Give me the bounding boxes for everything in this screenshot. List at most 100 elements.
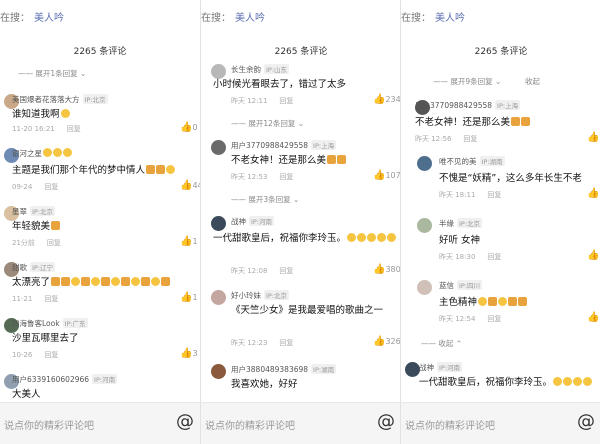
comment-username[interactable]: 银河之星 [12, 148, 72, 159]
thumb-up-icon: 👍 [180, 292, 193, 303]
avatar[interactable] [211, 290, 226, 305]
comment-username[interactable]: 用户3770988429558 IP:上海 [415, 100, 521, 111]
comment-meta: 昨天 18:11 回复 [439, 191, 502, 199]
expand-replies[interactable]: —— 展开1条回复 ⌄ [18, 68, 86, 79]
medal-icon [337, 155, 347, 164]
comment-input[interactable]: 说点你的精彩评论吧 [205, 417, 295, 432]
comment-input-bar[interactable]: 说点你的精彩评论吧 @ [0, 402, 200, 444]
like-button[interactable]: 👍 [587, 132, 599, 143]
comment-username[interactable]: 甜歌 IP:辽宁 [12, 262, 56, 273]
like-button[interactable]: 👍326 [373, 336, 400, 347]
comment-meta: 昨天 12:11 回复 [231, 97, 294, 105]
thumb-up-icon: 👍 [180, 122, 193, 133]
comment-username[interactable]: 四海鲁客Look IP:广东 [12, 318, 88, 329]
search-bar[interactable]: 在搜： 美人吟 [201, 9, 265, 24]
comment-count: 2265 条评论 [474, 47, 528, 57]
comment-input[interactable]: 说点你的精彩评论吧 [4, 417, 94, 432]
avatar[interactable] [211, 364, 226, 379]
reply-link[interactable]: 回复 [279, 339, 293, 347]
avatar[interactable] [405, 362, 420, 377]
search-query[interactable]: 美人吟 [435, 13, 465, 24]
comment-input-bar[interactable]: 说点你的精彩评论吧 @ [401, 402, 600, 444]
collapse-replies[interactable]: —— 收起 ⌃ [421, 338, 462, 349]
search-label: 在搜： [401, 13, 431, 24]
comment-username[interactable]: 战神 IP:河南 [231, 216, 275, 227]
like-button[interactable]: 👍 [587, 188, 599, 199]
avatar[interactable] [417, 280, 432, 295]
comment-text: 主色精神 [439, 296, 528, 309]
collapse-replies[interactable]: 收起 [525, 76, 540, 87]
thumbs-up-emoji-icon [156, 165, 166, 174]
comment-username[interactable]: 好小玲妹 IP:北京 [231, 290, 290, 301]
like-button[interactable]: 👍1 [180, 236, 198, 247]
avatar[interactable] [417, 156, 432, 171]
at-mention-icon[interactable]: @ [176, 411, 194, 432]
at-mention-icon[interactable]: @ [577, 411, 595, 432]
search-label: 在搜： [0, 13, 30, 24]
comment-username[interactable]: 美国爆者花落落大方 IP:北京 [12, 94, 108, 105]
comment-username[interactable]: 星翠 IP:北京 [12, 206, 56, 217]
comment-username[interactable]: 唯不见的美 IP:湖南 [439, 156, 505, 167]
comment-username[interactable]: 蓝信 IP:四川 [439, 280, 483, 291]
reply-link[interactable]: 回复 [44, 183, 58, 191]
comment-meta: 11-20 16:21 回复 [12, 125, 81, 133]
like-button[interactable]: 👍0 [180, 122, 198, 133]
comment-username[interactable]: 半缘 IP:北京 [439, 218, 483, 229]
reply-link[interactable]: 回复 [487, 253, 501, 261]
at-mention-icon[interactable]: @ [377, 411, 395, 432]
comment-username[interactable]: 用户3770988429558 IP:上海 [231, 140, 337, 151]
comment-text: 不老女神！还是那么美 [415, 116, 531, 129]
thumb-up-icon: 👍 [373, 94, 386, 105]
comment-meta: 昨天 12:23 回复 [231, 339, 294, 347]
comment-username[interactable]: 用户6339160602966 IP:河南 [12, 374, 118, 385]
reply-link[interactable]: 回复 [67, 125, 81, 133]
like-button[interactable]: 👍380 [373, 264, 400, 275]
star-icon [53, 148, 62, 157]
like-button[interactable]: 👍2347 [373, 94, 400, 105]
comment-text: 谁知道我啊 [12, 108, 70, 121]
reply-link[interactable]: 回复 [487, 315, 501, 323]
comment-text: 大美人 [12, 389, 41, 400]
comment-input-bar[interactable]: 说点你的精彩评论吧 @ [201, 402, 400, 444]
comment-username[interactable]: 长生余韵 IP:山东 [231, 64, 290, 75]
reply-link[interactable]: 回复 [44, 295, 58, 303]
expand-replies[interactable]: —— 展开3条回复 ⌄ [231, 194, 299, 205]
like-button[interactable]: 👍 [587, 250, 599, 261]
comment-meta: 昨天 18:30 回复 [439, 253, 502, 261]
comment-text: 不老女神！还是那么美 [231, 154, 347, 167]
avatar[interactable] [417, 218, 432, 233]
avatar[interactable] [211, 140, 226, 155]
search-bar[interactable]: 在搜： 美人吟 [401, 9, 465, 24]
thumb-up-icon: 👍 [180, 180, 193, 191]
reply-link[interactable]: 回复 [279, 97, 293, 105]
like-button[interactable]: 👍1079 [373, 170, 400, 181]
reply-link[interactable]: 回复 [487, 191, 501, 199]
thumb-up-icon: 👍 [587, 132, 600, 143]
thumbs-up-emoji-icon [146, 165, 156, 174]
search-query[interactable]: 美人吟 [34, 13, 64, 24]
expand-replies[interactable]: —— 展开12条回复 ⌄ [231, 118, 304, 129]
like-button[interactable]: 👍 [587, 312, 599, 323]
reply-link[interactable]: 回复 [279, 267, 293, 275]
reply-link[interactable]: 回复 [463, 135, 477, 143]
search-query[interactable]: 美人吟 [235, 13, 265, 24]
like-button[interactable]: 👍44 [180, 180, 200, 191]
reply-link[interactable]: 回复 [279, 173, 293, 181]
thumb-up-icon: 👍 [587, 250, 600, 261]
comment-username[interactable]: 用户3880489383698 IP:湖南 [231, 364, 337, 375]
comment-input[interactable]: 说点你的精彩评论吧 [405, 417, 495, 432]
reply-link[interactable]: 回复 [44, 351, 58, 359]
search-bar[interactable]: 在搜： 美人吟 [0, 9, 64, 24]
reply-link[interactable]: 回复 [47, 239, 61, 247]
comment-username[interactable]: 战神 IP:河南 [419, 362, 463, 373]
search-label: 在搜： [201, 13, 231, 24]
thumb-up-icon: 👍 [373, 170, 386, 181]
like-button[interactable]: 👍1 [180, 292, 198, 303]
avatar[interactable] [211, 216, 226, 231]
expand-replies[interactable]: —— 展开9条回复 ⌄ [433, 76, 501, 87]
comment-meta: 昨天 12:56 回复 [415, 135, 478, 143]
comment-text: 年轻貌美 [12, 220, 61, 233]
like-button[interactable]: 👍3 [180, 348, 198, 359]
avatar[interactable] [211, 64, 226, 79]
comment-text: 太漂亮了 [12, 276, 171, 289]
